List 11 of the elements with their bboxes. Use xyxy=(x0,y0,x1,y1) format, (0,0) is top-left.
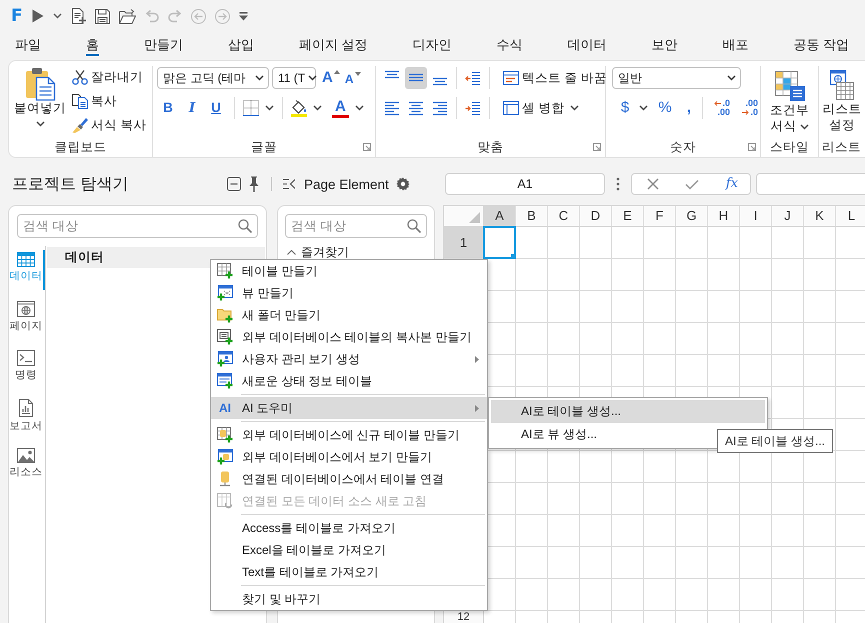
panel-title: 프로젝트 탐색기 xyxy=(12,174,128,194)
group-label: 클립보드 xyxy=(54,139,106,155)
group-label: 맞춤 xyxy=(478,139,504,155)
group-label: 숫자 xyxy=(670,139,696,155)
group-label: 스타일 xyxy=(770,139,809,155)
group-label: 글꼴 xyxy=(251,139,277,155)
group-label: 리스트 xyxy=(822,139,861,155)
tooltip: AI로 테이블 생성... xyxy=(717,429,834,453)
panel-title: Page Element xyxy=(304,176,389,192)
app-logo: F xyxy=(11,7,23,25)
ai-icon: AI xyxy=(217,401,233,415)
